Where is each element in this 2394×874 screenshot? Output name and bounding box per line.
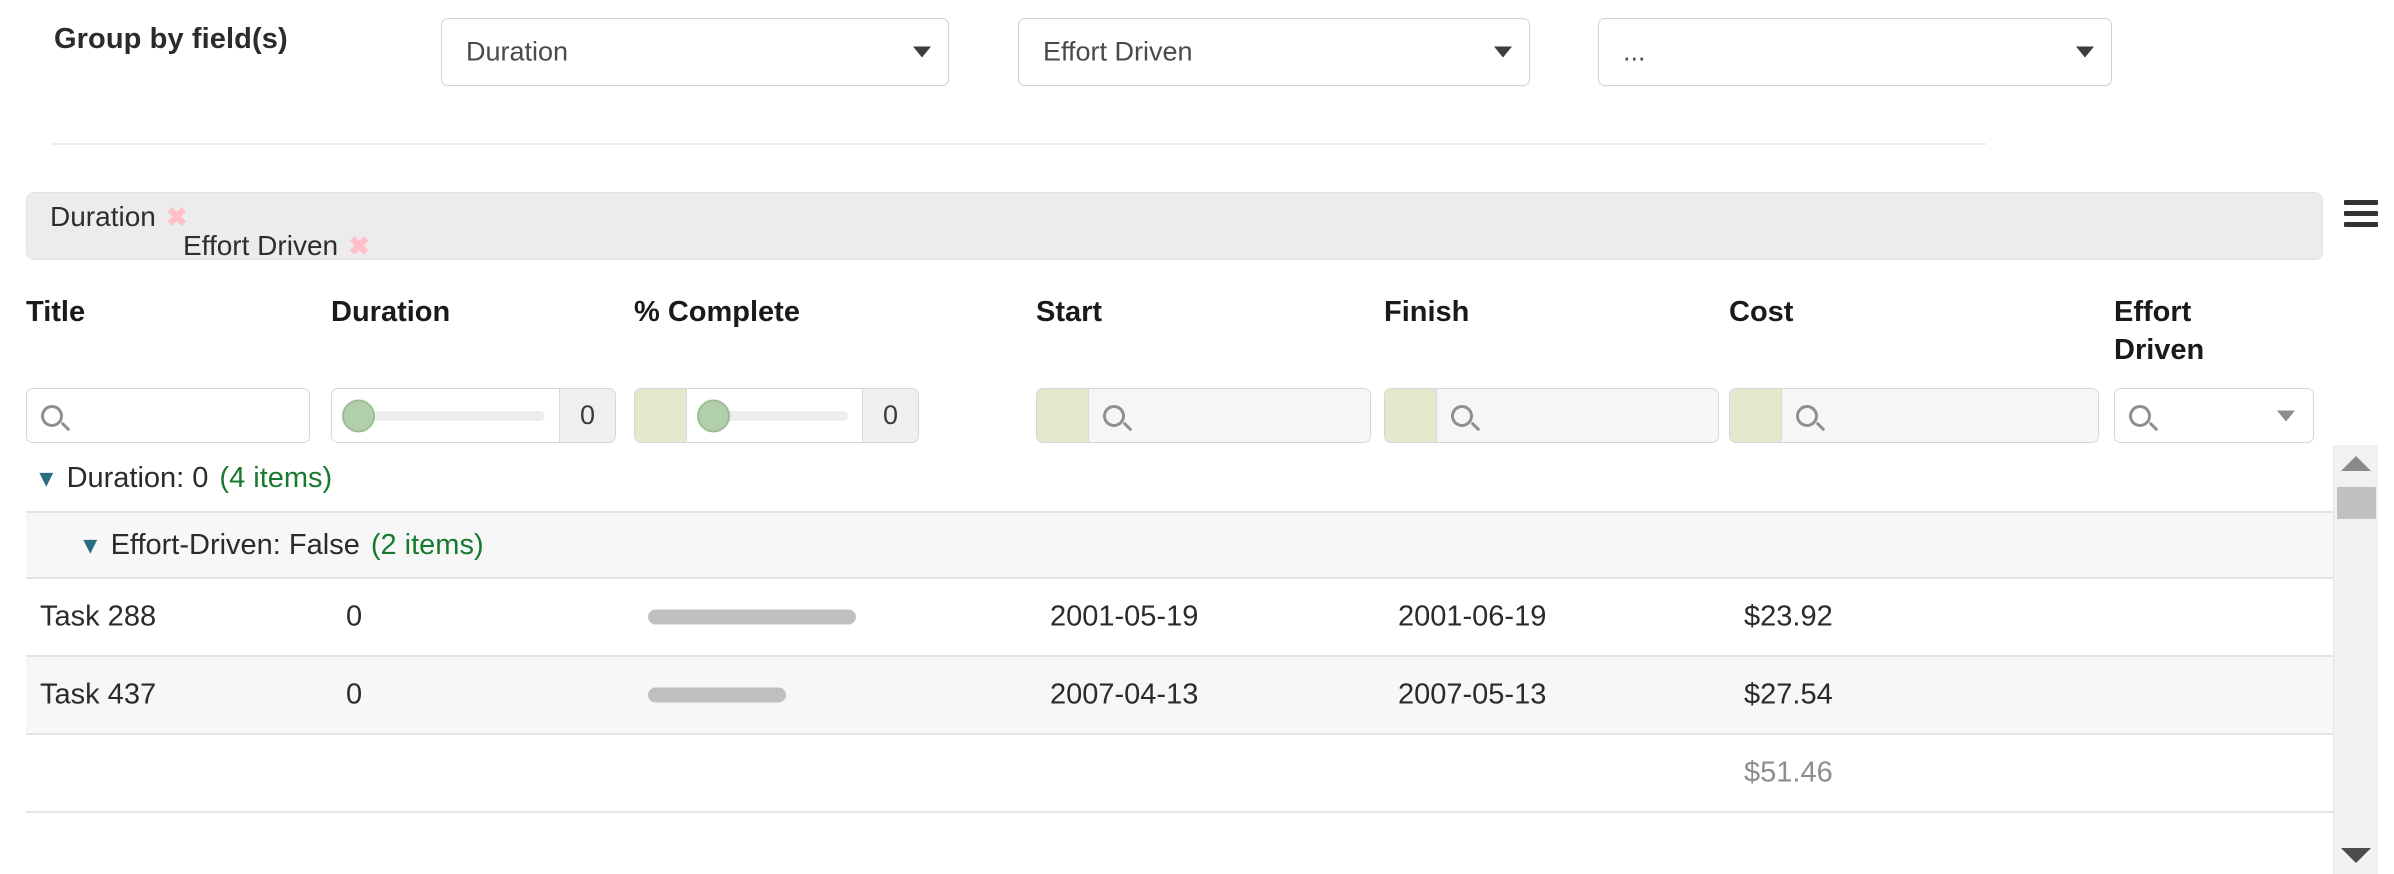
cell-title: Task 437	[40, 678, 157, 711]
search-icon	[1451, 404, 1473, 427]
chevron-down-icon	[1494, 46, 1512, 58]
column-header-effort-driven[interactable]: Effort Driven	[2114, 293, 2244, 370]
column-header-title[interactable]: Title	[26, 293, 216, 331]
column-header-duration[interactable]: Duration	[331, 293, 521, 331]
hamburger-bar	[2344, 211, 2378, 216]
chevron-down-icon	[913, 46, 931, 58]
chevron-down-icon	[2076, 46, 2094, 58]
scrollbar-thumb[interactable]	[2337, 487, 2376, 519]
chevron-down-icon[interactable]: ▾	[84, 532, 97, 558]
grid-header: Title Duration % Complete Start Finish C…	[26, 278, 2378, 445]
group-row-effort-driven-label: Effort-Driven: False	[110, 528, 360, 561]
group-chip-effort-driven[interactable]: Effort Driven ✖	[183, 230, 370, 262]
group-row-duration-label: Duration: 0	[66, 461, 209, 494]
filter-finish[interactable]	[1384, 388, 1719, 443]
grid-body: ▾ Duration: 0 (4 items) ▾ Effort-Driven:…	[26, 445, 2333, 874]
filter-duration-slider[interactable]	[332, 389, 559, 442]
filter-finish-input[interactable]	[1437, 389, 1718, 442]
slider-thumb[interactable]	[342, 399, 375, 432]
group-row-effort-driven[interactable]: ▾ Effort-Driven: False (2 items)	[26, 511, 2333, 577]
column-header-cost[interactable]: Cost	[1729, 293, 1919, 331]
slider-thumb[interactable]	[697, 399, 730, 432]
group-by-field-dropdown-3-value: ...	[1623, 36, 1646, 67]
table-row[interactable]: Task 437 0 2007-04-13 2007-05-13 $27.54	[26, 655, 2333, 733]
remove-group-icon[interactable]: ✖	[166, 202, 188, 233]
group-row-duration[interactable]: ▾ Duration: 0 (4 items)	[26, 445, 2333, 511]
column-header-percent-complete[interactable]: % Complete	[634, 293, 884, 331]
group-chip-duration-label: Duration	[50, 201, 156, 232]
filter-operator-swatch[interactable]	[1385, 389, 1437, 442]
group-row-effort-driven-count: (2 items)	[370, 528, 484, 561]
filter-operator-swatch[interactable]	[1730, 389, 1782, 442]
remove-group-icon[interactable]: ✖	[348, 231, 370, 262]
filter-percent-complete[interactable]: 0	[634, 388, 919, 443]
filter-effort-driven-input[interactable]	[2115, 389, 2313, 442]
vertical-scrollbar[interactable]	[2333, 445, 2378, 874]
chevron-down-icon[interactable]	[2277, 410, 2295, 421]
filter-start-input[interactable]	[1089, 389, 1370, 442]
cell-cost: $27.54	[1744, 678, 1833, 711]
filter-cost[interactable]	[1729, 388, 2099, 443]
group-chip-duration[interactable]: Duration ✖	[50, 201, 188, 233]
cell-duration: 0	[346, 678, 363, 711]
group-chip-effort-driven-label: Effort Driven	[183, 230, 339, 261]
group-by-field-dropdown-2[interactable]: Effort Driven	[1018, 18, 1530, 86]
filter-duration-value[interactable]: 0	[559, 389, 615, 442]
filter-title[interactable]	[26, 388, 310, 443]
cell-finish: 2001-06-19	[1398, 600, 1547, 633]
hamburger-menu-icon[interactable]	[2344, 200, 2378, 227]
search-icon	[2129, 404, 2151, 427]
slider-track	[348, 410, 545, 421]
group-summary-row: $51.46	[26, 733, 2333, 811]
toolbar-divider	[52, 143, 1986, 145]
group-by-label: Group by field(s)	[54, 23, 288, 55]
cell-cost: $23.92	[1744, 600, 1833, 633]
cell-title: Task 288	[40, 600, 157, 633]
cell-duration: 0	[346, 600, 363, 633]
summary-cost-total: $51.46	[1744, 756, 1833, 789]
filter-percent-complete-value[interactable]: 0	[862, 389, 918, 442]
group-by-field-dropdown-1-value: Duration	[466, 36, 569, 67]
filter-operator-swatch[interactable]	[635, 389, 687, 442]
column-header-finish[interactable]: Finish	[1384, 293, 1574, 331]
cell-percent-complete-bar	[648, 609, 856, 625]
filter-operator-swatch[interactable]	[1037, 389, 1089, 442]
cell-start: 2001-05-19	[1050, 600, 1199, 633]
search-icon	[41, 404, 63, 427]
scroll-up-arrow-icon[interactable]	[2341, 456, 2371, 471]
group-by-field-dropdown-3[interactable]: ...	[1598, 18, 2112, 86]
hamburger-bar	[2344, 222, 2378, 227]
filter-title-input[interactable]	[27, 389, 309, 442]
filter-effort-driven[interactable]	[2114, 388, 2314, 443]
column-header-start[interactable]: Start	[1036, 293, 1226, 331]
filter-duration[interactable]: 0	[331, 388, 616, 443]
search-icon	[1103, 404, 1125, 427]
group-by-field-dropdown-1[interactable]: Duration	[441, 18, 949, 86]
group-by-field-dropdown-2-value: Effort Driven	[1043, 36, 1193, 67]
grouping-panel: Duration ✖ Effort Driven ✖	[26, 192, 2323, 262]
group-row-duration-count: (4 items)	[219, 461, 333, 494]
filter-cost-input[interactable]	[1782, 389, 2098, 442]
hamburger-bar	[2344, 200, 2378, 205]
data-grid: Title Duration % Complete Start Finish C…	[26, 278, 2378, 874]
group-by-toolbar: Group by field(s) Duration Effort Driven…	[0, 0, 2394, 145]
scroll-down-arrow-icon[interactable]	[2341, 848, 2371, 863]
grid-trailing-row	[26, 811, 2333, 874]
chevron-down-icon[interactable]: ▾	[40, 465, 53, 491]
table-row[interactable]: Task 288 0 2001-05-19 2001-06-19 $23.92	[26, 577, 2333, 655]
cell-percent-complete-bar	[648, 687, 786, 703]
filter-percent-complete-slider[interactable]	[687, 389, 862, 442]
search-icon	[1796, 404, 1818, 427]
cell-start: 2007-04-13	[1050, 678, 1199, 711]
cell-finish: 2007-05-13	[1398, 678, 1547, 711]
filter-start[interactable]	[1036, 388, 1371, 443]
